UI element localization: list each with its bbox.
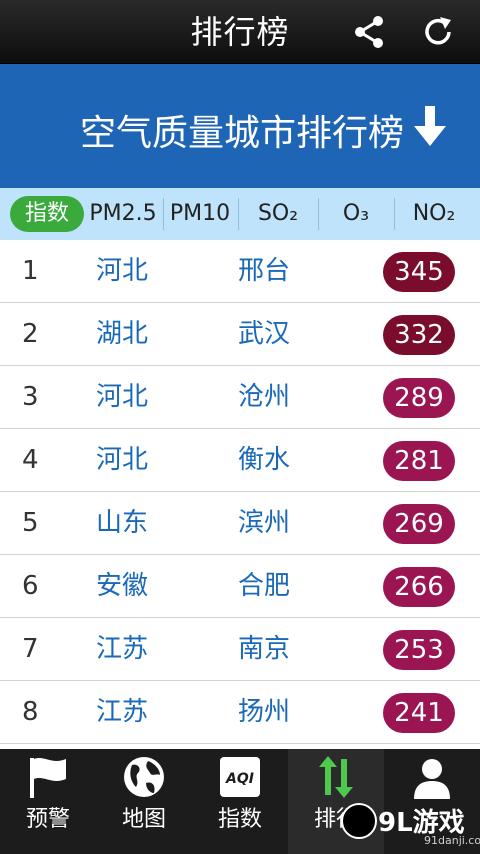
province-name: 河北 — [96, 382, 149, 412]
nav-label: 预警 — [25, 807, 70, 832]
rank-number: 6 — [22, 571, 39, 601]
rank-number: 4 — [22, 445, 39, 475]
flag-icon — [30, 758, 66, 798]
aqi-value-badge: 241 — [383, 693, 455, 733]
province-name: 河北 — [96, 445, 149, 475]
city-name: 衡水 — [238, 445, 291, 475]
table-row[interactable]: 4 河北 衡水 281 — [0, 429, 480, 492]
tab-so2[interactable]: SO₂ — [238, 188, 318, 240]
province-name: 江苏 — [96, 634, 149, 664]
aqi-value-badge: 253 — [383, 630, 455, 670]
rank-number: 5 — [22, 508, 39, 538]
city-name: 扬州 — [238, 697, 291, 727]
arrow-down-icon[interactable] — [410, 104, 450, 148]
tab-pm10[interactable]: PM10 — [163, 188, 237, 240]
city-name: 邢台 — [238, 256, 291, 286]
rank-number: 3 — [22, 382, 39, 412]
nav-map[interactable]: 地图 — [96, 749, 192, 854]
metric-tabs: 指数 PM2.5 PM10 SO₂ O₃ NO₂ — [0, 188, 480, 240]
aqi-value-badge: 289 — [383, 378, 455, 418]
aqi-value-badge: 266 — [383, 567, 455, 607]
rank-number: 8 — [22, 697, 39, 727]
rank-number: 2 — [22, 319, 39, 349]
share-icon[interactable] — [351, 14, 387, 50]
city-name: 武汉 — [238, 319, 291, 349]
table-row[interactable]: 3 河北 沧州 289 — [0, 366, 480, 429]
aqi-value-badge: 269 — [383, 504, 455, 544]
province-name: 湖北 — [96, 319, 149, 349]
tab-index[interactable]: 指数 — [10, 196, 84, 232]
aqi-value-badge: 345 — [383, 252, 455, 292]
watermark-site: 91danji.com — [424, 834, 480, 847]
aqi-value-badge: 332 — [383, 315, 455, 355]
aqi-icon: AQI — [220, 757, 260, 797]
rank-number: 1 — [22, 256, 39, 286]
watermark-logo-icon — [341, 803, 377, 839]
top-bar: 排行榜 — [0, 0, 480, 64]
sort-arrows-icon — [319, 756, 353, 798]
table-row[interactable]: 1 河北 邢台 345 — [0, 240, 480, 303]
table-row[interactable]: 6 安徽 合肥 266 — [0, 555, 480, 618]
city-name: 合肥 — [238, 571, 291, 601]
page-title: 排行榜 — [190, 13, 290, 51]
table-row[interactable]: 8 江苏 扬州 241 — [0, 681, 480, 744]
aqi-icon-text: AQI — [225, 771, 254, 787]
province-name: 山东 — [96, 508, 149, 538]
table-row[interactable]: 7 江苏 南京 253 — [0, 618, 480, 681]
banner-title: 空气质量城市排行榜 — [80, 113, 405, 154]
province-name: 安徽 — [96, 571, 149, 601]
city-name: 沧州 — [238, 382, 291, 412]
refresh-icon[interactable] — [420, 14, 456, 50]
tab-o3[interactable]: O₃ — [318, 188, 394, 240]
table-row[interactable]: 5 山东 滨州 269 — [0, 492, 480, 555]
ranking-banner: 空气质量城市排行榜 — [0, 64, 480, 188]
user-icon — [414, 759, 450, 799]
nav-label: 指数 — [217, 807, 262, 832]
tab-pm25[interactable]: PM2.5 — [84, 188, 162, 240]
nav-label: 地图 — [121, 807, 166, 832]
province-name: 江苏 — [96, 697, 149, 727]
tab-no2[interactable]: NO₂ — [394, 188, 474, 240]
table-row[interactable]: 2 湖北 武汉 332 — [0, 303, 480, 366]
nav-alert[interactable]: 预警 — [0, 749, 96, 854]
city-name: 滨州 — [238, 508, 291, 538]
watermark: 9L游戏 91danji.com — [338, 798, 480, 854]
aqi-value-badge: 281 — [383, 441, 455, 481]
nav-index[interactable]: AQI 指数 — [192, 749, 288, 854]
city-name: 南京 — [238, 634, 291, 664]
rank-number: 7 — [22, 634, 39, 664]
province-name: 河北 — [96, 256, 149, 286]
globe-icon — [124, 757, 164, 797]
